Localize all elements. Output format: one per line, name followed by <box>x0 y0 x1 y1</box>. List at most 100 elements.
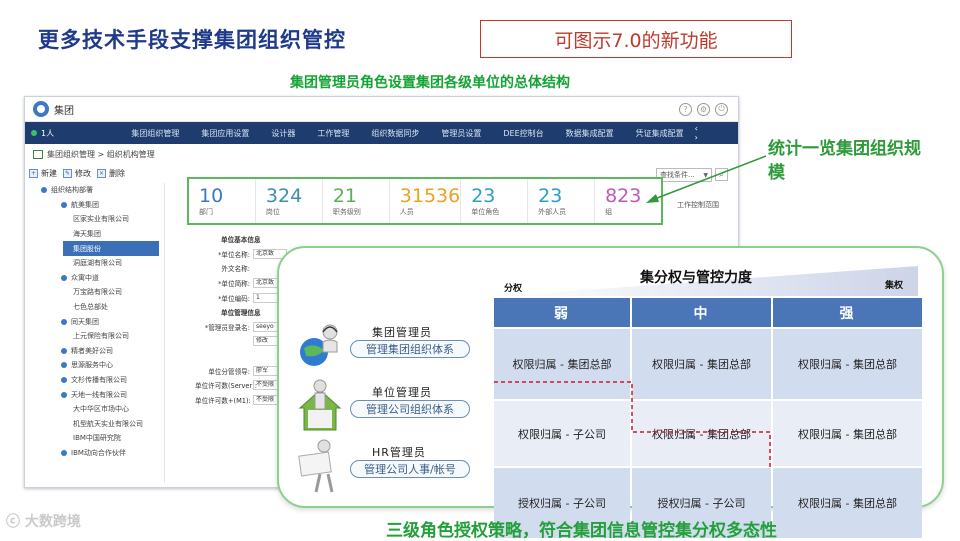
breadcrumb: 集团组织管理 > 组织机构管理 <box>25 144 738 164</box>
tree-node-label: 思源服务中心 <box>71 361 113 370</box>
nav-item[interactable]: 凭证集成配置 <box>625 128 695 139</box>
role-hr-admin: HR管理员 管理公司人事/帐号 <box>290 438 480 498</box>
new-icon: + <box>29 168 38 178</box>
role-desc: 管理公司人事/帐号 <box>350 460 470 478</box>
globe-headset-person-icon <box>300 324 338 366</box>
stat-card[interactable]: 10 部门 <box>189 179 256 223</box>
form-section-title: 单位管理信息 <box>221 309 261 318</box>
stat-card[interactable]: 324 岗位 <box>256 179 323 223</box>
tree-node-label: 同天集团 <box>71 317 99 326</box>
tree-expand-icon[interactable] <box>61 449 67 456</box>
stat-card[interactable]: 31536 人员 <box>390 179 462 223</box>
form-section-title: 单位基本信息 <box>221 236 261 245</box>
tree-node[interactable]: 上元保险有限公司 <box>27 329 164 344</box>
matrix-cell: 权限归属 - 集团总部 <box>773 329 922 399</box>
tree-node[interactable]: IBM中国研究院 <box>27 431 164 446</box>
tree-node[interactable]: 集团股份 <box>63 241 159 256</box>
role-group-admin: 集团管理员 管理集团组织体系 <box>290 318 480 378</box>
tree-node[interactable]: 机型航天实业有限公司 <box>27 417 164 432</box>
tree-expand-icon[interactable] <box>61 377 67 384</box>
tree-node[interactable]: 精者美好公司 <box>27 344 164 359</box>
form-label: 单位分管领导: <box>208 367 250 376</box>
org-tree: 组织结构部署航美集团区家实业有限公司 海天集团集团股份洞庭湖有限公司 众寓中道万宝路… <box>27 183 165 483</box>
tree-node[interactable]: 大中华区市场中心 <box>27 402 164 417</box>
app-name: 集团 <box>54 105 74 117</box>
form-label: 单位许可数(Server): <box>195 382 257 391</box>
stat-value: 23 <box>471 185 496 207</box>
edit-icon: ✎ <box>63 168 72 178</box>
callout-arrow <box>646 155 767 203</box>
tree-node-label: 文杉传播有限公司 <box>71 376 127 385</box>
tree-node[interactable]: 天地一线有限公司 <box>27 387 164 402</box>
app-titlebar: 集团 ? ⚙ ⏻ <box>25 97 738 122</box>
tree-node[interactable]: 众寓中道 <box>27 271 164 286</box>
tree-node-label: 大中华区市场中心 <box>73 405 129 414</box>
online-user[interactable]: 1人 <box>25 128 120 139</box>
nav-item[interactable]: DEE控制台 <box>492 128 554 139</box>
tree-node[interactable]: 思源服务中心 <box>27 358 164 373</box>
edit-button[interactable]: ✎ 修改 <box>63 168 91 179</box>
tree-node-label: 航美集团 <box>71 200 99 209</box>
nav-item[interactable]: 数据集成配置 <box>555 128 625 139</box>
tree-node[interactable]: 文杉传播有限公司 <box>27 373 164 388</box>
help-icon[interactable]: ? <box>679 102 692 116</box>
new-button[interactable]: + 新建 <box>29 168 57 179</box>
stat-card[interactable]: 23 外部人员 <box>528 179 596 223</box>
tree-node[interactable]: 区家实业有限公司 <box>27 212 164 227</box>
tree-node-label: 七色总部处 <box>73 303 108 312</box>
tree-node-label: 上元保险有限公司 <box>73 332 129 341</box>
nav-item[interactable]: 集团应用设置 <box>190 128 260 139</box>
tree-node-label: 万宝路有限公司 <box>73 288 122 297</box>
tree-node[interactable]: 洞庭湖有限公司 <box>27 256 164 271</box>
tree-node-label: 区家实业有限公司 <box>73 215 129 224</box>
stat-card[interactable]: 21 职务级别 <box>323 179 390 223</box>
tree-expand-icon[interactable] <box>61 201 67 208</box>
form-label: 外文名称: <box>221 265 250 274</box>
tree-node[interactable]: 同天集团 <box>27 314 164 329</box>
tree-node[interactable]: 万宝路有限公司 <box>27 285 164 300</box>
person-holding-board-icon <box>298 439 334 493</box>
centralized-label: 集权 <box>885 281 904 291</box>
tree-expand-icon[interactable] <box>41 187 47 194</box>
tree-node-label: 精者美好公司 <box>71 346 113 355</box>
tree-node-label: 海天集团 <box>73 230 101 239</box>
delete-button[interactable]: × 删除 <box>97 168 125 179</box>
tree-node[interactable]: IBM动向合作伙伴 <box>27 446 164 461</box>
nav-item[interactable]: 工作管理 <box>306 128 360 139</box>
stat-value: 31536 <box>399 185 461 207</box>
bottom-summary: 三级角色授权策略，符合集团信息管控集分权多态性 <box>386 521 777 541</box>
tree-node-label: 众寓中道 <box>71 273 99 282</box>
matrix-header: 强 <box>773 298 922 327</box>
nav-item[interactable]: 集团组织管理 <box>120 128 190 139</box>
tree-node[interactable]: 海天集团 <box>27 227 164 242</box>
stat-label: 岗位 <box>265 208 280 216</box>
online-status-icon <box>31 130 37 136</box>
tree-node-label: 天地一线有限公司 <box>71 390 127 399</box>
stat-card[interactable]: 23 单位角色 <box>461 179 529 223</box>
nav-item[interactable]: 设计器 <box>260 128 306 139</box>
tree-node[interactable]: 航美集团 <box>27 198 164 213</box>
settings-icon[interactable]: ⚙ <box>697 102 710 116</box>
tree-node[interactable]: 组织结构部署 <box>27 183 164 198</box>
watermark-logo: ⓒ 大数跨境 <box>6 514 81 530</box>
home-icon[interactable] <box>33 149 43 159</box>
form-label: *单位简称: <box>218 280 250 289</box>
matrix-header: 弱 <box>494 298 630 327</box>
role-desc: 管理集团组织体系 <box>350 340 470 358</box>
tree-node[interactable]: 七色总部处 <box>27 300 164 315</box>
role-name: HR管理员 <box>372 446 426 459</box>
matrix-cell: 权限归属 - 集团总部 <box>773 401 922 466</box>
tree-expand-icon[interactable] <box>61 391 67 398</box>
stat-label: 外部人员 <box>538 208 567 216</box>
nav-item[interactable]: 组织数据同步 <box>360 128 430 139</box>
tree-expand-icon[interactable] <box>61 362 67 369</box>
power-icon[interactable]: ⏻ <box>715 102 728 116</box>
tree-expand-icon[interactable] <box>61 274 67 281</box>
tree-expand-icon[interactable] <box>61 318 67 325</box>
nav-item[interactable]: 管理员设置 <box>430 128 492 139</box>
tree-node-label: 洞庭湖有限公司 <box>73 259 122 268</box>
edit-button-label: 修改 <box>75 168 91 178</box>
nav-scroll-arrows[interactable]: ‹ › <box>695 124 738 142</box>
tree-expand-icon[interactable] <box>61 347 67 354</box>
role-unit-admin: 单位管理员 管理公司组织体系 <box>290 378 480 438</box>
